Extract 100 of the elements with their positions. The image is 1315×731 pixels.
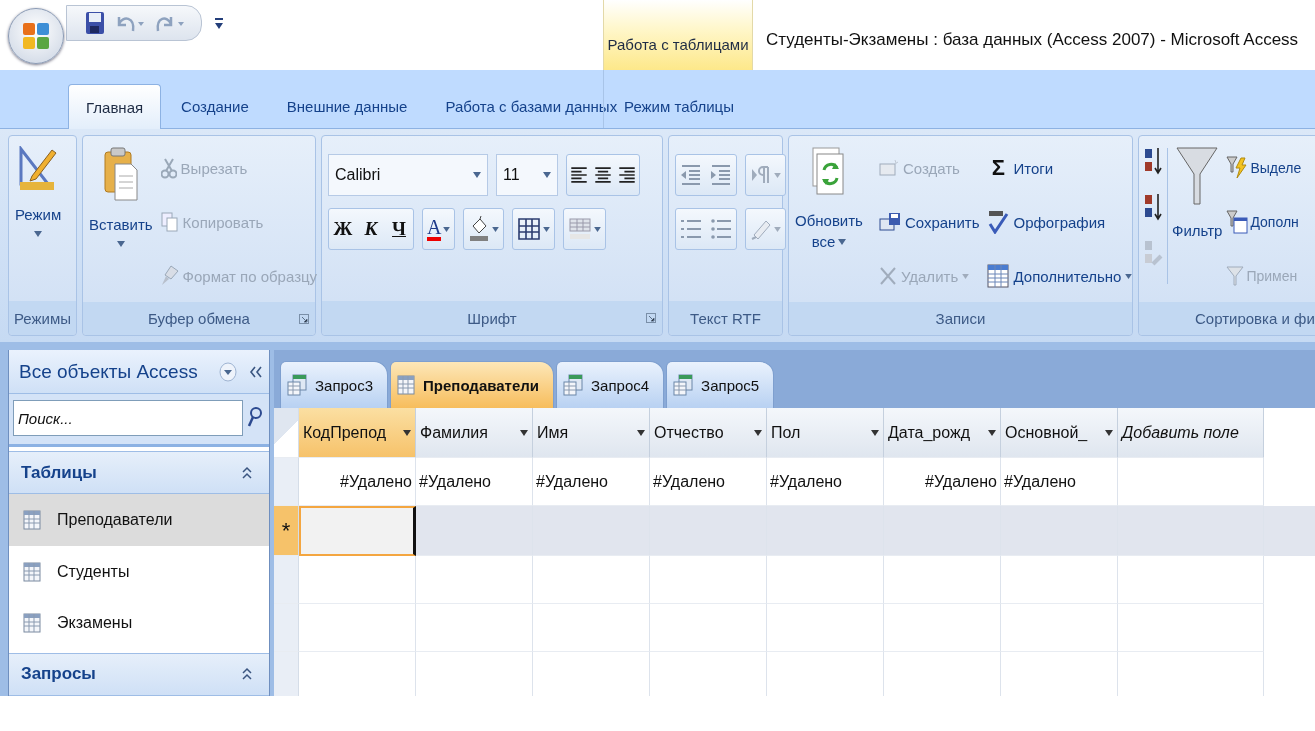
navigation-item[interactable]: Студенты (9, 545, 269, 598)
font-size-dropdown[interactable]: 11 (496, 154, 558, 196)
save-record-button[interactable]: Сохранить (878, 200, 980, 244)
navigation-item[interactable]: Преподаватели (9, 494, 269, 546)
double-chevron-left-icon[interactable] (249, 364, 263, 379)
group-label: Буфер обмена (83, 302, 315, 335)
save-record-icon (878, 212, 901, 232)
refresh-all-button[interactable]: Обновить все (795, 140, 863, 250)
funnel-icon (1176, 146, 1219, 208)
caret-icon (403, 429, 411, 436)
caret-icon (838, 238, 847, 245)
current-cell[interactable] (299, 506, 416, 556)
navigation-item[interactable]: Экзамены (9, 597, 269, 649)
sort-ascending-icon[interactable] (1143, 146, 1163, 176)
gridlines-button[interactable] (512, 208, 556, 250)
ribbon-tab[interactable]: Создание (163, 83, 267, 128)
dialog-launcher-icon[interactable] (646, 313, 656, 323)
column-header[interactable]: Имя (533, 408, 650, 458)
group-label: Сортировка и фи (1139, 302, 1315, 335)
document-tab[interactable]: Запрос3 (280, 361, 389, 408)
filter-button[interactable]: Фильтр (1172, 140, 1223, 239)
refresh-document-icon (810, 146, 847, 198)
group-label: Режимы (9, 301, 76, 335)
check-mark-icon (987, 210, 1010, 234)
clipboard-icon (102, 146, 139, 202)
underline-button[interactable]: Ч (385, 218, 413, 240)
caret-icon (473, 172, 481, 178)
caret-icon (1125, 273, 1133, 279)
caret-icon (443, 226, 451, 232)
funnel-icon (1226, 265, 1245, 287)
view-button[interactable]: Режим (15, 140, 62, 237)
font-name-dropdown[interactable]: Calibri (328, 154, 488, 196)
funnel-window-icon (1226, 210, 1249, 234)
caret-icon (116, 241, 125, 247)
italic-button[interactable]: К (357, 218, 385, 240)
caret-icon (543, 172, 551, 178)
contextual-tab-group-label: Работа с таблицами (603, 0, 753, 70)
new-record-icon (878, 159, 899, 177)
document-tab[interactable]: Преподаватели (390, 361, 555, 408)
column-header[interactable]: Пол (767, 408, 884, 458)
table-icon (397, 375, 416, 395)
caret-icon (594, 226, 602, 232)
dialog-launcher-icon[interactable] (299, 314, 309, 324)
sort-descending-icon[interactable] (1143, 192, 1163, 222)
group-label: Записи (789, 302, 1132, 335)
brush-icon (160, 265, 179, 287)
column-header[interactable]: Дата_рожд (884, 408, 1001, 458)
window-title: Студенты-Экзамены : база данных (Access 2007) - Microsoft Access (765, 29, 1299, 51)
column-header[interactable]: Фамилия (416, 408, 533, 458)
office-logo-icon (21, 21, 51, 51)
ruler-pencil-icon (18, 146, 59, 192)
totals-button[interactable]: Σ Итоги (987, 146, 1133, 190)
column-header[interactable]: Основной_ (1001, 408, 1118, 458)
bold-button[interactable]: Ж (329, 218, 357, 240)
double-chevron-up-icon (241, 667, 253, 682)
navigation-group-header[interactable]: Таблицы (9, 451, 269, 495)
fill-color-button[interactable] (463, 208, 505, 250)
advanced-filter-button[interactable]: Дополн (1226, 200, 1302, 244)
caret-icon (871, 429, 879, 436)
document-tab[interactable]: Запрос4 (556, 361, 665, 408)
double-chevron-up-icon (241, 465, 253, 480)
more-button[interactable]: Дополнительно (987, 254, 1133, 298)
table-icon (23, 510, 41, 531)
text-direction-button[interactable] (745, 154, 786, 196)
customize-toolbar-icon[interactable] (214, 17, 224, 31)
selection-button[interactable]: Выделе (1226, 146, 1302, 190)
table-icon (23, 561, 41, 582)
paste-button[interactable]: Вставить (89, 140, 153, 247)
paint-bucket-icon (468, 216, 491, 242)
search-field[interactable]: Поиск... (13, 400, 243, 437)
caret-icon (34, 231, 43, 237)
navigation-group-header[interactable]: Запросы (9, 652, 269, 696)
highlight-button[interactable] (745, 208, 786, 250)
caret-icon (988, 429, 996, 436)
grid-icon (517, 217, 542, 241)
document-tab[interactable]: Запрос5 (666, 361, 775, 408)
column-header[interactable]: Отчество (650, 408, 767, 458)
spelling-button[interactable]: Орфография (987, 200, 1133, 244)
new-record-marker: * (274, 506, 299, 556)
table-icon (987, 264, 1010, 288)
caret-icon (754, 429, 762, 436)
caret-icon (1105, 429, 1113, 436)
column-header[interactable]: КодПрепод (299, 408, 416, 458)
column-header[interactable]: Добавить поле (1118, 408, 1264, 458)
scissors-icon (160, 157, 177, 179)
dropdown-circle-icon[interactable] (219, 361, 237, 382)
font-color-button[interactable]: А (422, 208, 456, 250)
ribbon-tab[interactable]: Главная (68, 84, 162, 129)
query-icon (673, 374, 694, 396)
group-label: Шрифт (322, 301, 662, 335)
caret-icon (962, 273, 970, 279)
ribbon-tab[interactable]: Внешние данные (268, 83, 426, 128)
cross-icon (878, 266, 897, 286)
copy-icon (160, 212, 179, 232)
alternate-fill-button[interactable] (563, 208, 607, 250)
query-icon (287, 374, 307, 396)
save-icon[interactable] (85, 11, 105, 35)
caret-icon (543, 226, 551, 232)
caret-icon (637, 429, 645, 436)
group-label: Текст RTF (669, 301, 782, 335)
